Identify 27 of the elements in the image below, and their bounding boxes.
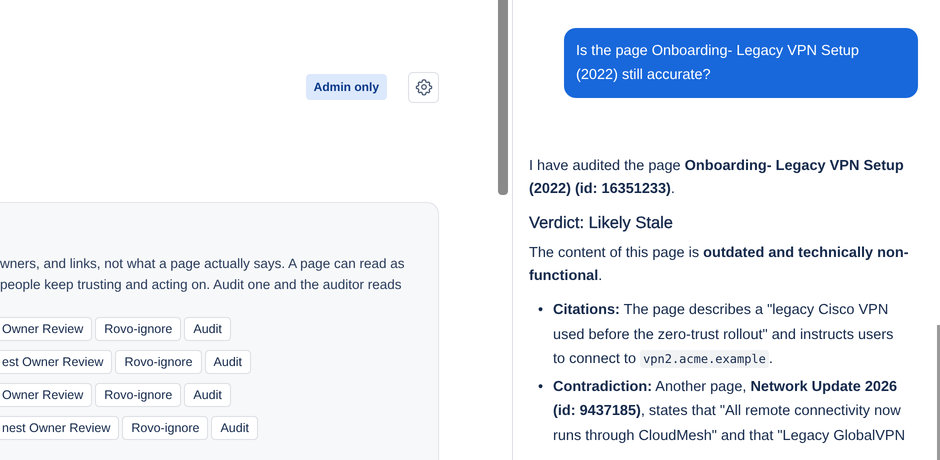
bullet-marker: • — [538, 301, 544, 320]
description-text: people keep trusting and acting on. Audit one and the auditor reads — [0, 276, 403, 294]
action-button[interactable]: Rovo-ignore — [95, 383, 182, 407]
action-button[interactable]: Rovo-ignore — [115, 350, 202, 374]
action-button[interactable]: Audit — [204, 350, 252, 374]
action-button[interactable]: Audit — [184, 317, 231, 341]
action-button[interactable]: Rovo-ignore — [95, 317, 182, 341]
user-message: Is the page Onboarding- Legacy VPN Setup (2022) still accurate? — [564, 28, 918, 98]
action-button[interactable]: Owner Review — [0, 317, 92, 341]
verdict-heading: Verdict: Likely Stale — [529, 213, 674, 234]
bullet-item: Citations: The page describes a "legacy Cisco VPN used before the zero-trust rollout" and instructs users to connect to vpn2.acme.example . — [553, 301, 894, 370]
action-button[interactable]: est Owner Review — [0, 350, 112, 374]
action-button[interactable]: Rovo-ignore — [122, 416, 208, 440]
settings-icon — [414, 78, 432, 96]
action-button[interactable]: nest Owner Review — [0, 416, 120, 440]
reply-text: I have audited the page Onboarding- Legacy VPN Setup (2022) (id: 16351233). — [529, 157, 905, 199]
reply-text: The content of this page is outdated and technically non-functional. — [529, 244, 910, 286]
action-button[interactable]: Audit — [211, 416, 258, 440]
bullet-marker: • — [538, 378, 544, 396]
admin-only-badge: Admin only — [306, 74, 387, 100]
scrollbar[interactable] — [498, 0, 508, 195]
scrollbar[interactable] — [937, 325, 940, 460]
settings-button[interactable] — [408, 72, 439, 102]
action-button[interactable]: Owner Review — [0, 383, 92, 407]
bullet-item: Contradiction: Another page, Network Update 2026 (id: 9437185), states that "All remote connectivity now runs through CloudMesh" and that "Legacy GlobalVPN — [553, 378, 906, 446]
description-text: wners, and links, not what a page actually says. A page can read as — [0, 255, 406, 273]
action-button[interactable]: Audit — [184, 383, 231, 407]
